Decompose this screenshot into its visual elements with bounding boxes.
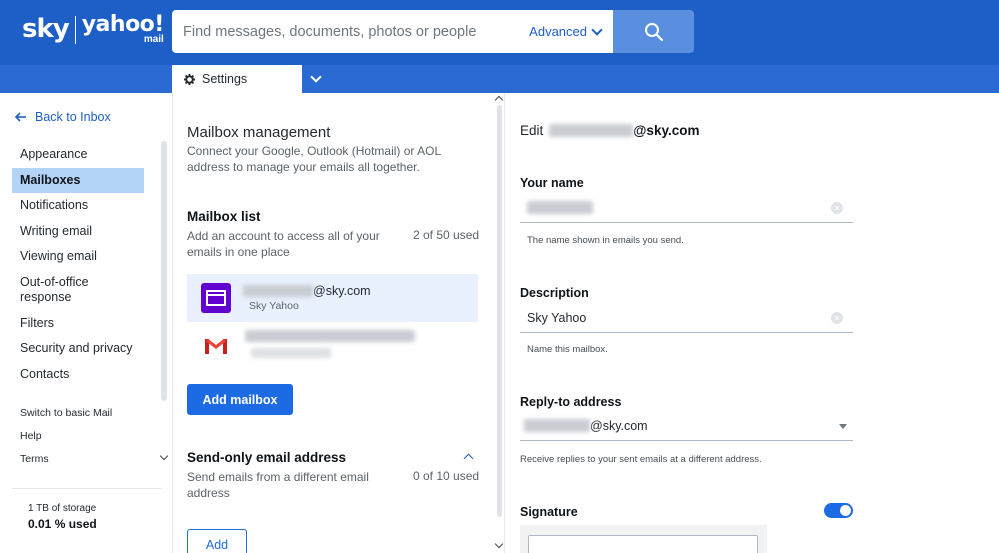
description-value: Sky Yahoo (527, 310, 587, 325)
sidebar-item-viewing-email[interactable]: Viewing email (12, 244, 144, 269)
back-to-inbox-label: Back to Inbox (35, 110, 111, 124)
storage-total: 1 TB of storage (28, 503, 97, 514)
settings-nav-list: Appearance Mailboxes Notifications Writi… (12, 142, 144, 387)
sidebar-item-contacts[interactable]: Contacts (12, 362, 144, 387)
redacted-username (243, 285, 313, 297)
dropdown-caret-icon (839, 424, 847, 429)
edit-mailbox-title: Edit @sky.com (520, 123, 699, 138)
storage-divider (12, 488, 162, 489)
send-only-description: Send emails from a different email addre… (187, 470, 369, 500)
help-link[interactable]: Help (20, 430, 42, 442)
send-only-title: Send-only email address (187, 450, 347, 465)
clear-icon[interactable]: ✕ (831, 202, 843, 214)
gear-icon (184, 73, 195, 85)
sky-yahoo-mail-logo[interactable]: sky yahoo! mail (22, 14, 164, 45)
terms-link[interactable]: Terms (20, 453, 49, 465)
back-to-inbox-link[interactable]: Back to Inbox (15, 110, 111, 124)
redacted-line-1 (245, 330, 415, 342)
tab-bar (0, 65, 999, 93)
sidebar-item-appearance[interactable]: Appearance (12, 142, 144, 167)
add-mailbox-button[interactable]: Add mailbox (187, 384, 293, 415)
redacted-reply-user (524, 419, 590, 432)
settings-sidebar: Back to Inbox Appearance Mailboxes Notif… (0, 93, 172, 553)
logo-yahoo-text: yahoo! (81, 12, 165, 37)
search-button[interactable] (613, 10, 694, 53)
mailbox-item-gmail[interactable] (187, 322, 478, 370)
edit-mailbox-panel: Edit @sky.com Your name ✕ The name shown… (506, 93, 999, 553)
your-name-field[interactable]: ✕ (520, 193, 853, 223)
arrow-left-icon (15, 112, 27, 122)
logo-mail-text: mail (143, 34, 164, 45)
sidebar-item-notifications[interactable]: Notifications (12, 193, 144, 218)
signature-toggle[interactable] (824, 503, 853, 518)
your-name-label: Your name (520, 176, 584, 190)
edit-prefix: Edit (520, 123, 544, 138)
sidebar-item-out-of-office[interactable]: Out-of-office response (12, 270, 122, 310)
reply-to-label: Reply-to address (520, 395, 622, 409)
description-label: Description (520, 286, 589, 300)
scroll-down-chevron-icon[interactable] (159, 451, 169, 461)
mailbox-item-sky[interactable]: @sky.com Sky Yahoo (187, 274, 478, 322)
mailbox-list-description: Add an account to access all of your ema… (187, 229, 380, 259)
redacted-username (549, 124, 634, 137)
signature-label: Signature (520, 505, 578, 519)
switch-basic-mail-link[interactable]: Switch to basic Mail (20, 407, 112, 419)
logo-divider (74, 16, 76, 44)
your-name-help: The name shown in emails you send. (527, 235, 684, 246)
tab-settings-label: Settings (202, 72, 248, 86)
gmail-icon (201, 331, 231, 361)
tab-settings[interactable]: Settings (172, 65, 302, 93)
redacted-gmail-address (245, 330, 415, 358)
reply-to-help: Receive replies to your sent emails at a… (520, 454, 762, 465)
yahoo-mail-icon (201, 283, 231, 313)
search-input[interactable] (172, 10, 530, 53)
sidebar-item-filters[interactable]: Filters (12, 311, 144, 336)
mailbox-address: @sky.com (243, 284, 371, 298)
storage-used: 0.01 % used (28, 517, 97, 531)
mailbox-management-panel: Mailbox management Connect your Google, … (172, 93, 505, 553)
redacted-name-value (527, 201, 593, 214)
send-only-count: 0 of 10 used (413, 469, 480, 483)
sidebar-item-security[interactable]: Security and privacy (12, 336, 144, 361)
mailbox-management-title: Mailbox management (187, 124, 331, 141)
mailbox-address-domain: @sky.com (313, 284, 371, 298)
middle-panel-scrollbar[interactable] (497, 105, 502, 517)
toggle-knob (840, 505, 851, 516)
chevron-down-icon (591, 23, 603, 36)
sidebar-item-writing-email[interactable]: Writing email (12, 219, 144, 244)
edit-domain: @sky.com (633, 123, 700, 138)
scroll-up-chevron-icon[interactable] (494, 95, 504, 105)
mailbox-list-count: 2 of 50 used (413, 228, 480, 242)
advanced-label: Advanced (529, 24, 587, 39)
mailbox-management-description: Connect your Google, Outlook (Hotmail) o… (187, 144, 441, 174)
redacted-line-2 (251, 348, 331, 358)
collapse-chevron-up-icon[interactable] (463, 453, 474, 464)
logo-sky-text: sky (22, 14, 70, 44)
search-icon (644, 22, 663, 41)
reply-to-select[interactable]: @sky.com (520, 411, 853, 441)
add-send-only-button[interactable]: Add (187, 529, 247, 553)
sidebar-item-mailboxes[interactable]: Mailboxes (12, 167, 144, 193)
signature-input[interactable] (528, 535, 758, 553)
search-bar: Advanced (172, 10, 613, 53)
clear-icon[interactable]: ✕ (831, 312, 843, 324)
mailbox-list-title: Mailbox list (187, 209, 261, 224)
sidebar-scrollbar[interactable] (161, 141, 167, 401)
scroll-down-chevron-icon[interactable] (494, 539, 504, 549)
logo-yahoo-group: yahoo! mail (81, 12, 165, 45)
mailbox-display-name: Sky Yahoo (249, 300, 299, 312)
advanced-search-button[interactable]: Advanced (529, 23, 613, 39)
description-help: Name this mailbox. (527, 344, 608, 355)
reply-to-domain: @sky.com (590, 418, 648, 433)
description-field[interactable]: Sky Yahoo ✕ (520, 303, 853, 333)
